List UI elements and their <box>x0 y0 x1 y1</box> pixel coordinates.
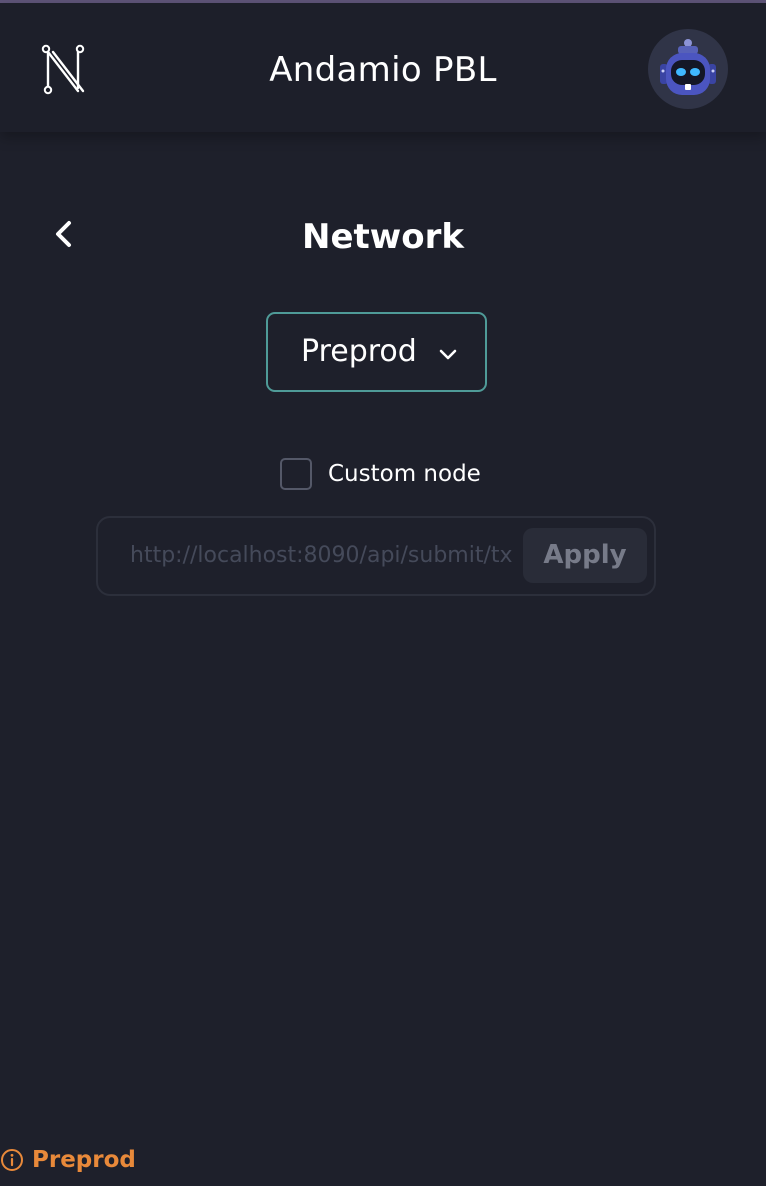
custom-node-field: Apply <box>96 516 656 596</box>
network-status-label: Preprod <box>32 1147 136 1173</box>
custom-node-label[interactable]: Custom node <box>328 458 481 490</box>
app-root: Andamio PBL Network Preprod Custom node … <box>0 0 766 1186</box>
custom-node-checkbox[interactable] <box>280 458 312 490</box>
info-icon <box>1 1149 23 1171</box>
network-status-indicator: Preprod <box>0 1144 136 1176</box>
robot-avatar-icon[interactable] <box>648 29 728 109</box>
network-select-value: Preprod <box>301 334 417 369</box>
app-header: Andamio PBL <box>0 3 766 132</box>
network-select[interactable]: Preprod <box>266 312 487 392</box>
node-url-input[interactable] <box>130 538 512 574</box>
page-title: Network <box>302 217 464 257</box>
chevron-down-icon <box>439 349 457 360</box>
apply-button[interactable]: Apply <box>523 528 647 583</box>
